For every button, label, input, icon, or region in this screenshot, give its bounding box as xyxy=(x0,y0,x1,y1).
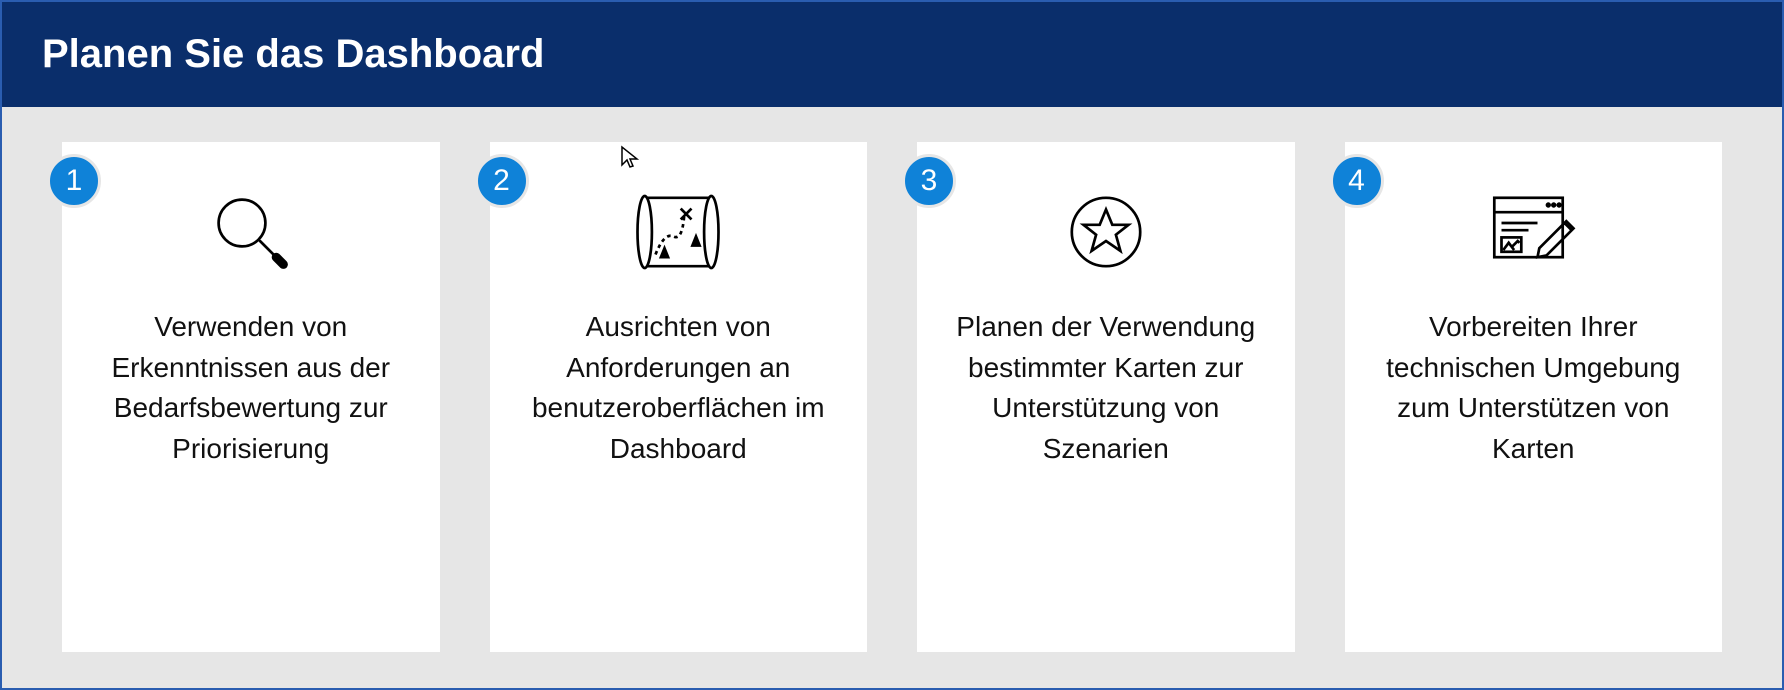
step-card-3: 3 Planen der Verwendung bestimmter Karte… xyxy=(917,142,1295,652)
slide-header: Planen Sie das Dashboard xyxy=(2,2,1782,107)
step-card-2: 2 Ausrichten von Anforderungen an benutz… xyxy=(490,142,868,652)
slide-title: Planen Sie das Dashboard xyxy=(42,32,544,76)
cards-row: 1 Verwenden von Erkenntnissen aus der Be… xyxy=(2,107,1782,687)
map-icon xyxy=(628,172,728,292)
step-number: 2 xyxy=(493,164,510,198)
design-window-icon xyxy=(1483,172,1583,292)
step-card-1: 1 Verwenden von Erkenntnissen aus der Be… xyxy=(62,142,440,652)
step-number: 3 xyxy=(921,164,938,198)
step-badge: 3 xyxy=(902,154,956,208)
step-text: Verwenden von Erkenntnissen aus der Beda… xyxy=(87,307,415,469)
step-badge: 4 xyxy=(1330,154,1384,208)
step-number: 4 xyxy=(1348,164,1365,198)
step-text: Ausrichten von Anforderungen an benutzer… xyxy=(515,307,843,469)
step-text: Vorbereiten Ihrer technischen Umgebung z… xyxy=(1370,307,1698,469)
step-card-4: 4 Vorbereiten Ihrer technischen Um xyxy=(1345,142,1723,652)
step-text: Planen der Verwendung bestimmter Karten … xyxy=(942,307,1270,469)
slide-container: Planen Sie das Dashboard 1 Verwenden von… xyxy=(0,0,1784,690)
magnifier-icon xyxy=(206,172,296,292)
step-number: 1 xyxy=(66,164,83,198)
step-badge: 2 xyxy=(475,154,529,208)
star-circle-icon xyxy=(1061,172,1151,292)
step-badge: 1 xyxy=(47,154,101,208)
